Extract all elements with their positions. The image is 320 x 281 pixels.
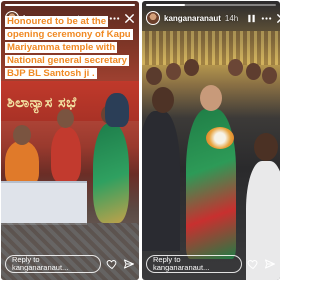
crowd-head [262, 67, 277, 84]
send-icon[interactable] [123, 258, 135, 270]
flower-bouquet [206, 127, 234, 149]
crowd-head [246, 63, 261, 80]
crowd-head [166, 63, 181, 80]
story-footer: Reply to kanganaranaut... [146, 254, 276, 274]
story-progress-fill [146, 4, 185, 6]
crowd-head [228, 59, 243, 76]
story-photo-temple [142, 1, 280, 280]
more-icon[interactable] [261, 13, 272, 24]
story-footer: Reply to kanganaranaut... [5, 254, 135, 274]
story-panel-right[interactable]: kanganaranaut 14h Reply to kanganaranaut… [142, 1, 280, 280]
pause-icon[interactable] [246, 13, 257, 24]
crowd-head [184, 59, 199, 76]
person-red-shawl [51, 127, 81, 183]
temple-lights [142, 31, 280, 65]
reply-input[interactable]: Reply to kanganaranaut... [5, 255, 101, 273]
crowd-head [146, 67, 162, 85]
stage-table [1, 181, 87, 225]
person-head [152, 87, 174, 113]
heart-icon[interactable] [106, 258, 118, 270]
story-progress-bar [146, 4, 276, 6]
story-header: kanganaranaut 14h [146, 10, 280, 26]
avatar[interactable] [146, 11, 160, 25]
person-head [13, 125, 31, 145]
timestamp: 14h [224, 13, 239, 23]
person-dark-shirt [142, 111, 180, 251]
reply-input[interactable]: Reply to kanganaranaut... [146, 255, 242, 273]
username[interactable]: kanganaranaut [164, 14, 221, 23]
person-green-saree [93, 123, 129, 223]
story-caption-text: Honoured to be at the opening ceremony o… [5, 16, 133, 79]
person-head [200, 85, 222, 111]
story-caption: Honoured to be at the opening ceremony o… [5, 15, 137, 80]
story-progress-fill [5, 4, 135, 6]
story-panel-left[interactable]: ಶಿಲಾನ್ಯಾಸ ಸಭೆ kanganaranaut Honoured to … [1, 1, 139, 280]
story-progress-bar [5, 4, 135, 6]
close-icon[interactable] [276, 13, 280, 24]
send-icon[interactable] [264, 258, 276, 270]
person-head [57, 109, 74, 128]
person-background [105, 93, 129, 127]
heart-icon[interactable] [247, 258, 259, 270]
person-head [254, 133, 278, 161]
